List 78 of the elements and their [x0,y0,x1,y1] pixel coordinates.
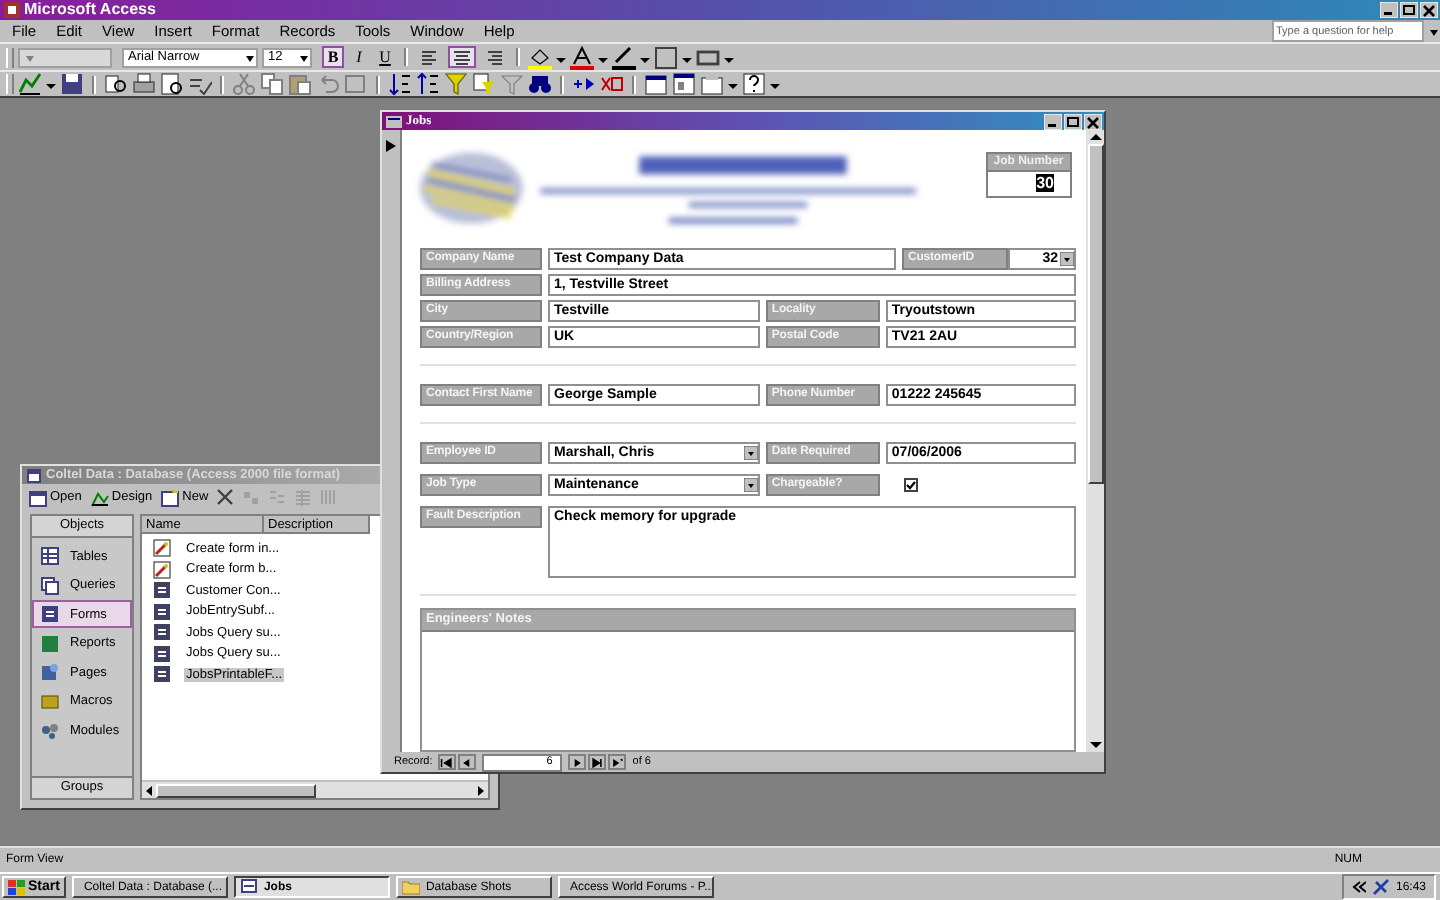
form-icon [152,601,172,622]
folder-icon [401,878,420,896]
copy-icon[interactable] [260,72,284,96]
help-icon[interactable] [742,72,766,96]
new-record-icon[interactable] [572,72,596,96]
network-icon[interactable] [1371,878,1390,896]
underline-button[interactable]: U [374,46,396,68]
line-color-icon[interactable] [612,45,636,69]
record-pointer-icon [386,140,396,152]
last-record-icon [590,755,605,769]
forms-icon [40,604,60,624]
print-icon[interactable] [132,72,156,96]
new-icon [160,487,181,507]
form-icon [152,664,172,685]
search-icon[interactable] [104,72,128,96]
down-arrow-icon[interactable] [1087,738,1103,752]
maximize-button[interactable] [1064,113,1082,129]
italic-button[interactable]: I [348,46,370,68]
form-icon [152,643,172,664]
dropdown-arrow-icon[interactable] [743,446,758,460]
left-arrow-icon[interactable] [142,783,156,797]
sort-ascending-icon[interactable] [388,72,412,96]
new-record-icon [610,755,625,769]
align-right-icon [484,47,504,67]
flag-icon [8,879,26,895]
open-icon [28,487,48,507]
save-icon[interactable] [60,72,84,96]
minimize-button[interactable] [1044,113,1062,129]
database-window-icon[interactable] [672,72,696,96]
close-button[interactable] [1420,2,1438,18]
tables-icon [40,546,60,566]
previous-record-button[interactable] [458,754,477,770]
queries-icon [40,575,60,595]
right-arrow-icon[interactable] [474,783,488,797]
align-center-button[interactable] [448,46,476,68]
dropdown-arrow-icon[interactable] [743,478,758,492]
wizard-icon [152,538,172,559]
font-color-icon[interactable] [570,45,594,69]
paste-icon[interactable] [288,72,312,96]
access-icon [4,2,20,18]
chevron-icon[interactable] [1351,880,1366,894]
properties-icon[interactable] [644,72,668,96]
job-number-field[interactable]: 30 [987,170,1070,196]
horizontal-scrollbar[interactable] [142,780,488,798]
binoculars-icon[interactable] [528,72,552,96]
window-title: Microsoft Access [24,0,156,20]
design-icon [89,487,110,507]
close-button[interactable] [1084,113,1102,129]
checkbox[interactable] [903,478,918,492]
vertical-scrollbar[interactable] [1086,130,1104,752]
view-icon[interactable] [18,72,42,96]
last-record-button[interactable] [588,754,607,770]
bold-button[interactable]: B [322,46,344,68]
sort-descending-icon[interactable] [416,72,440,96]
dropdown-arrow-icon[interactable] [1060,252,1074,266]
modules-icon [40,720,60,740]
special-effect-icon[interactable] [696,45,720,69]
delete-record-icon[interactable] [600,72,624,96]
form-icon [152,622,172,643]
form-icon [152,580,172,601]
new-record-button[interactable] [608,754,627,770]
wizard-icon [152,559,172,580]
new-object-icon[interactable] [700,72,724,96]
maximize-button[interactable] [1400,2,1418,18]
first-record-button[interactable] [438,754,457,770]
up-arrow-icon[interactable] [1087,130,1103,144]
first-record-icon [440,755,455,769]
minimize-button[interactable] [1380,2,1398,18]
next-record-button[interactable] [568,754,587,770]
align-left-icon [420,47,440,67]
delete-icon[interactable] [216,488,235,506]
pages-icon [40,662,60,682]
border-icon[interactable] [654,45,678,69]
fill-color-icon[interactable] [528,45,552,69]
print-preview-icon[interactable] [160,72,184,96]
database-icon [26,467,42,483]
filter-form-icon[interactable] [472,72,496,96]
align-center-icon [452,47,472,67]
